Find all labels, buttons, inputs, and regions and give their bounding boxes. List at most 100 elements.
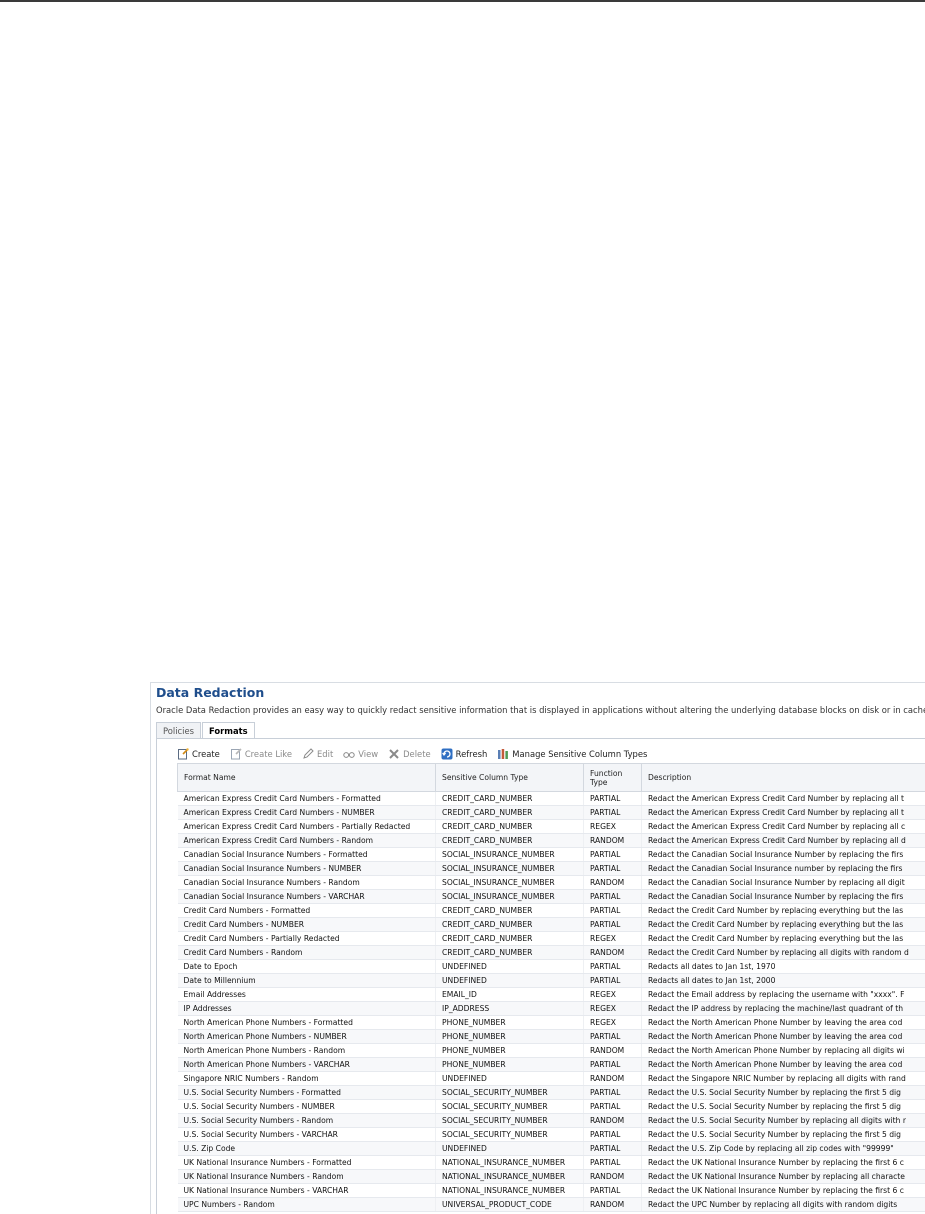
description-cell: Redact the UK National Insurance Number … [642, 1156, 925, 1170]
sensitive-column-type-cell: UNDEFINED [436, 1072, 584, 1086]
function-type-cell: PARTIAL [584, 848, 642, 862]
edit-button[interactable]: Edit [302, 748, 333, 760]
manage-sensitive-column-types-button[interactable]: Manage Sensitive Column Types [497, 748, 647, 760]
tab-policies[interactable]: Policies [156, 722, 201, 738]
table-row[interactable]: U.S. Zip CodeUNDEFINEDPARTIALRedact the … [178, 1142, 925, 1156]
column-header-description[interactable]: Description [642, 764, 925, 792]
pencil-icon [302, 748, 314, 760]
format-name-cell: Email Addresses [178, 988, 436, 1002]
formats-content: Create Create Like Edit [156, 738, 925, 1214]
format-name-cell: North American Phone Numbers - Random [178, 1044, 436, 1058]
table-row[interactable]: Canadian Social Insurance Numbers - VARC… [178, 890, 925, 904]
format-name-cell: UPC Numbers - Random [178, 1198, 436, 1212]
format-name-cell: American Express Credit Card Numbers - P… [178, 820, 436, 834]
sensitive-column-type-cell: CREDIT_CARD_NUMBER [436, 932, 584, 946]
table-row[interactable]: Credit Card Numbers - Partially Redacted… [178, 932, 925, 946]
function-type-cell: RANDOM [584, 876, 642, 890]
view-label: View [358, 749, 378, 759]
tab-formats[interactable]: Formats [202, 722, 255, 739]
description-cell: Redact the American Express Credit Card … [642, 820, 925, 834]
delete-label: Delete [403, 749, 431, 759]
function-type-cell: REGEX [584, 820, 642, 834]
table-row[interactable]: Canadian Social Insurance Numbers - NUMB… [178, 862, 925, 876]
table-row[interactable]: American Express Credit Card Numbers - F… [178, 792, 925, 806]
table-row[interactable]: American Express Credit Card Numbers - R… [178, 834, 925, 848]
sensitive-column-type-cell: SOCIAL_INSURANCE_NUMBER [436, 862, 584, 876]
table-body: American Express Credit Card Numbers - F… [178, 792, 925, 1212]
function-type-cell: PARTIAL [584, 974, 642, 988]
table-row[interactable]: Canadian Social Insurance Numbers - Form… [178, 848, 925, 862]
create-like-button[interactable]: Create Like [230, 748, 292, 760]
sensitive-column-type-cell: CREDIT_CARD_NUMBER [436, 820, 584, 834]
create-label: Create [192, 749, 220, 759]
table-row[interactable]: U.S. Social Security Numbers - VARCHARSO… [178, 1128, 925, 1142]
table-row[interactable]: Credit Card Numbers - RandomCREDIT_CARD_… [178, 946, 925, 960]
table-row[interactable]: North American Phone Numbers - Formatted… [178, 1016, 925, 1030]
refresh-button[interactable]: Refresh [441, 748, 488, 760]
function-type-cell: RANDOM [584, 946, 642, 960]
create-icon [177, 748, 189, 760]
column-header-sensitive-column-type[interactable]: Sensitive Column Type [436, 764, 584, 792]
function-type-cell: PARTIAL [584, 1030, 642, 1044]
table-row[interactable]: Date to MillenniumUNDEFINEDPARTIALRedact… [178, 974, 925, 988]
table-row[interactable]: U.S. Social Security Numbers - RandomSOC… [178, 1114, 925, 1128]
function-type-cell: PARTIAL [584, 1184, 642, 1198]
sensitive-column-type-cell: CREDIT_CARD_NUMBER [436, 834, 584, 848]
column-header-format-name[interactable]: Format Name [178, 764, 436, 792]
table-row[interactable]: Credit Card Numbers - NUMBERCREDIT_CARD_… [178, 918, 925, 932]
function-type-cell: PARTIAL [584, 1156, 642, 1170]
format-name-cell: U.S. Social Security Numbers - VARCHAR [178, 1128, 436, 1142]
table-row[interactable]: Singapore NRIC Numbers - RandomUNDEFINED… [178, 1072, 925, 1086]
description-cell: Redact the Credit Card Number by replaci… [642, 932, 925, 946]
sensitive-column-type-cell: SOCIAL_SECURITY_NUMBER [436, 1128, 584, 1142]
format-name-cell: Canadian Social Insurance Numbers - Form… [178, 848, 436, 862]
table-row[interactable]: American Express Credit Card Numbers - P… [178, 820, 925, 834]
format-name-cell: Date to Epoch [178, 960, 436, 974]
function-type-cell: PARTIAL [584, 1142, 642, 1156]
create-button[interactable]: Create [177, 748, 220, 760]
table-row[interactable]: UK National Insurance Numbers - RandomNA… [178, 1170, 925, 1184]
sensitive-column-type-cell: NATIONAL_INSURANCE_NUMBER [436, 1184, 584, 1198]
function-type-cell: PARTIAL [584, 960, 642, 974]
column-header-function-type[interactable]: Function Type [584, 764, 642, 792]
table-row[interactable]: North American Phone Numbers - RandomPHO… [178, 1044, 925, 1058]
table-row[interactable]: UK National Insurance Numbers - VARCHARN… [178, 1184, 925, 1198]
tab-bar: Policies Formats [156, 722, 256, 739]
sensitive-column-type-cell: IP_ADDRESS [436, 1002, 584, 1016]
sensitive-column-type-cell: UNDEFINED [436, 960, 584, 974]
view-button[interactable]: View [343, 748, 378, 760]
table-row[interactable]: Date to EpochUNDEFINEDPARTIALRedacts all… [178, 960, 925, 974]
description-cell: Redact the U.S. Zip Code by replacing al… [642, 1142, 925, 1156]
function-type-cell: PARTIAL [584, 792, 642, 806]
format-name-cell: North American Phone Numbers - Formatted [178, 1016, 436, 1030]
format-name-cell: North American Phone Numbers - VARCHAR [178, 1058, 436, 1072]
table-row[interactable]: North American Phone Numbers - VARCHARPH… [178, 1058, 925, 1072]
delete-x-icon [388, 748, 400, 760]
table-row[interactable]: U.S. Social Security Numbers - NUMBERSOC… [178, 1100, 925, 1114]
format-name-cell: Singapore NRIC Numbers - Random [178, 1072, 436, 1086]
table-row[interactable]: Credit Card Numbers - FormattedCREDIT_CA… [178, 904, 925, 918]
description-cell: Redact the Email address by replacing th… [642, 988, 925, 1002]
refresh-label: Refresh [456, 749, 488, 759]
description-cell: Redact the Canadian Social Insurance num… [642, 862, 925, 876]
table-row[interactable]: Canadian Social Insurance Numbers - Rand… [178, 876, 925, 890]
toolbar: Create Create Like Edit [177, 747, 657, 761]
table-row[interactable]: American Express Credit Card Numbers - N… [178, 806, 925, 820]
delete-button[interactable]: Delete [388, 748, 431, 760]
sensitive-column-type-cell: NATIONAL_INSURANCE_NUMBER [436, 1156, 584, 1170]
formats-table-wrap: Format Name Sensitive Column Type Functi… [177, 763, 925, 1212]
format-name-cell: U.S. Social Security Numbers - NUMBER [178, 1100, 436, 1114]
table-row[interactable]: UK National Insurance Numbers - Formatte… [178, 1156, 925, 1170]
table-row[interactable]: IP AddressesIP_ADDRESSREGEXRedact the IP… [178, 1002, 925, 1016]
table-row[interactable]: Email AddressesEMAIL_IDREGEXRedact the E… [178, 988, 925, 1002]
function-type-cell: RANDOM [584, 1114, 642, 1128]
table-row[interactable]: UPC Numbers - RandomUNIVERSAL_PRODUCT_CO… [178, 1198, 925, 1212]
format-name-cell: Canadian Social Insurance Numbers - NUMB… [178, 862, 436, 876]
format-name-cell: Credit Card Numbers - Formatted [178, 904, 436, 918]
create-like-label: Create Like [245, 749, 292, 759]
sensitive-column-type-cell: SOCIAL_SECURITY_NUMBER [436, 1100, 584, 1114]
sensitive-column-type-cell: UNIVERSAL_PRODUCT_CODE [436, 1198, 584, 1212]
table-row[interactable]: North American Phone Numbers - NUMBERPHO… [178, 1030, 925, 1044]
format-name-cell: North American Phone Numbers - NUMBER [178, 1030, 436, 1044]
table-row[interactable]: U.S. Social Security Numbers - Formatted… [178, 1086, 925, 1100]
